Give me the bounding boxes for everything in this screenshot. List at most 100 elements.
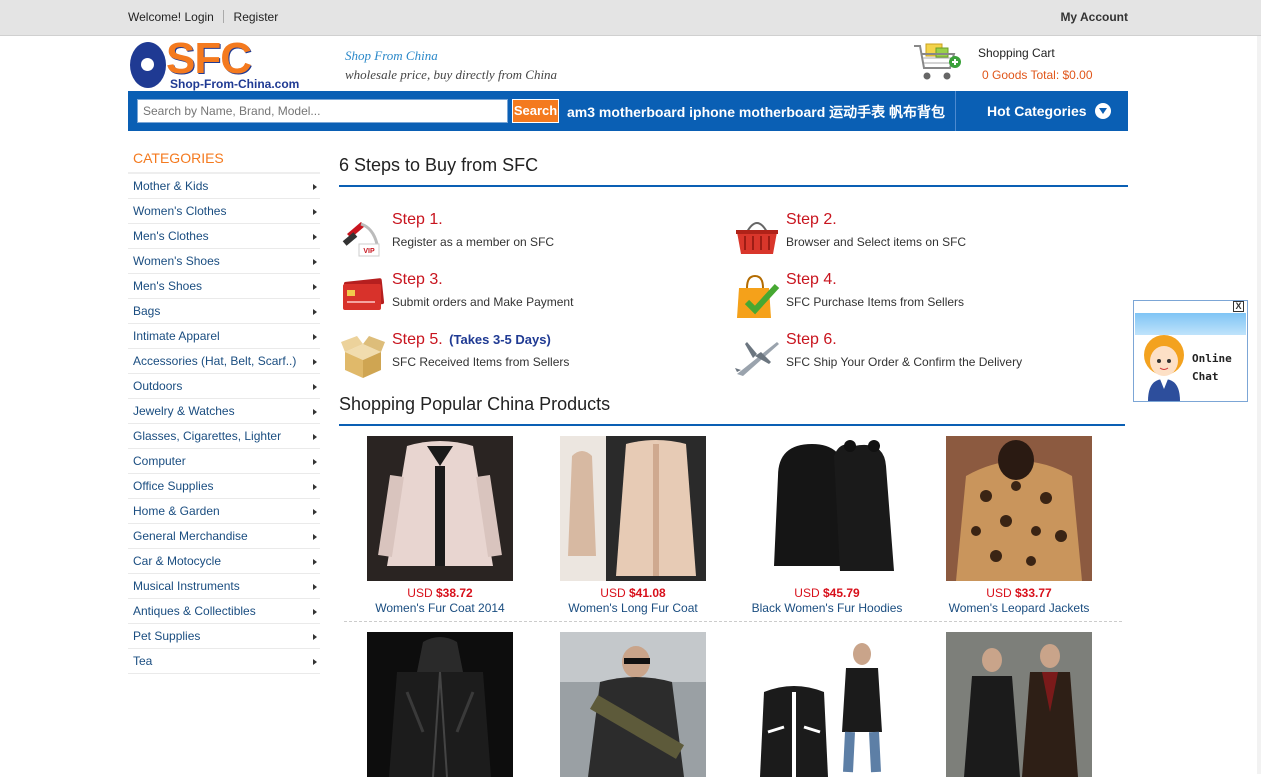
- product-image[interactable]: [946, 632, 1092, 777]
- step-description: Register as a member on SFC: [392, 235, 555, 249]
- product-card[interactable]: USD $45.79 Black Women's Fur Hoodies: [732, 436, 922, 615]
- slogan-line2: wholesale price, buy directly from China: [345, 67, 558, 82]
- step-2: Step 2. Browser and Select items on SFC: [733, 211, 1113, 264]
- product-name[interactable]: Women's Leopard Jackets: [924, 601, 1114, 615]
- step-4: Step 4. SFC Purchase Items from Sellers: [733, 271, 1113, 324]
- shopping-cart-icon: [914, 43, 961, 80]
- welcome-area: Welcome! Login Register: [128, 10, 278, 24]
- product-price: USD $45.79: [794, 586, 860, 600]
- product-price: USD $33.77: [986, 586, 1052, 600]
- chat-label[interactable]: Online Chat: [1192, 350, 1232, 386]
- category-item[interactable]: Outdoors: [128, 374, 320, 399]
- category-item[interactable]: Men's Clothes: [128, 224, 320, 249]
- product-image[interactable]: [560, 436, 706, 581]
- slogan-line1: Shop From China: [345, 48, 438, 63]
- register-link[interactable]: Register: [234, 10, 279, 24]
- category-item[interactable]: Intimate Apparel: [128, 324, 320, 349]
- step-description: Submit orders and Make Payment: [392, 295, 574, 309]
- category-item[interactable]: Car & Motocycle: [128, 549, 320, 574]
- search-bar: Search am3 motherboard iphone motherboar…: [128, 91, 1128, 131]
- chat-header: [1134, 301, 1247, 313]
- support-agent-icon: [1144, 335, 1184, 401]
- step-3: Step 3. Submit orders and Make Payment: [339, 271, 719, 324]
- step-5: Step 5. (Takes 3-5 Days) SFC Received It…: [339, 331, 719, 384]
- close-icon[interactable]: X: [1233, 301, 1244, 312]
- cart-summary: 0 Goods Total: $0.00: [982, 68, 1093, 82]
- category-item[interactable]: Office Supplies: [128, 474, 320, 499]
- product-image[interactable]: [367, 436, 513, 581]
- top-bar: Welcome! Login Register My Account: [0, 0, 1261, 36]
- category-item[interactable]: Pet Supplies: [128, 624, 320, 649]
- welcome-text: Welcome!: [128, 10, 182, 24]
- divider: [339, 424, 1125, 426]
- scrollbar[interactable]: [1257, 36, 1261, 774]
- product-card[interactable]: [538, 632, 728, 782]
- category-item[interactable]: General Merchandise: [128, 524, 320, 549]
- hot-keywords[interactable]: am3 motherboard iphone motherboard 运动手表 …: [567, 102, 945, 122]
- product-image[interactable]: [754, 632, 900, 777]
- step-1: VIP Step 1. Register as a member on SFC: [339, 211, 719, 264]
- categories-list: Mother & Kids Women's Clothes Men's Clothe…: [128, 174, 320, 674]
- category-item[interactable]: Men's Shoes: [128, 274, 320, 299]
- category-item[interactable]: Mother & Kids: [128, 174, 320, 199]
- credit-card-icon: [343, 278, 385, 310]
- category-item[interactable]: Glasses, Cigarettes, Lighter: [128, 424, 320, 449]
- step-description: Browser and Select items on SFC: [786, 235, 967, 249]
- category-item[interactable]: Accessories (Hat, Belt, Scarf..): [128, 349, 320, 374]
- product-image[interactable]: [946, 436, 1092, 581]
- hot-categories-dropdown[interactable]: Hot Categories: [955, 91, 1128, 131]
- step-heading: Step 3.: [392, 271, 443, 288]
- product-image[interactable]: [560, 632, 706, 777]
- search-button[interactable]: Search: [512, 99, 559, 123]
- product-name[interactable]: Black Women's Fur Hoodies: [732, 601, 922, 615]
- divider: [223, 10, 225, 23]
- logo-mark: [130, 42, 166, 88]
- step-description: SFC Purchase Items from Sellers: [786, 295, 965, 309]
- hot-categories-label: Hot Categories: [987, 103, 1087, 119]
- product-card[interactable]: [732, 632, 922, 782]
- shopping-bag-check-icon: [737, 274, 780, 318]
- category-item[interactable]: Computer: [128, 449, 320, 474]
- svg-text:VIP: VIP: [363, 248, 375, 255]
- category-item[interactable]: Women's Clothes: [128, 199, 320, 224]
- search-input[interactable]: [137, 99, 508, 123]
- logo[interactable]: SFC Shop-From-China.com: [128, 34, 314, 91]
- step-heading: Step 6.: [786, 331, 837, 348]
- steps-title: 6 Steps to Buy from SFC: [339, 155, 539, 175]
- vip-member-icon: VIP: [342, 222, 380, 257]
- categories-title: CATEGORIES: [128, 143, 320, 174]
- product-card[interactable]: [345, 632, 535, 782]
- product-card[interactable]: USD $38.72 Women's Fur Coat 2014: [345, 436, 535, 615]
- product-card[interactable]: USD $33.77 Women's Leopard Jackets: [924, 436, 1114, 615]
- step-description: SFC Received Items from Sellers: [392, 355, 570, 369]
- product-name[interactable]: Women's Fur Coat 2014: [345, 601, 535, 615]
- step-heading: Step 4.: [786, 271, 837, 288]
- category-item[interactable]: Jewelry & Watches: [128, 399, 320, 424]
- category-item[interactable]: Tea: [128, 649, 320, 674]
- airplane-icon: [735, 342, 779, 376]
- category-item[interactable]: Home & Garden: [128, 499, 320, 524]
- shopping-basket-icon: [736, 222, 778, 254]
- category-item[interactable]: Bags: [128, 299, 320, 324]
- my-account-link[interactable]: My Account: [1060, 10, 1128, 24]
- product-name[interactable]: Women's Long Fur Coat: [538, 601, 728, 615]
- shopping-cart[interactable]: Shopping Cart 0 Goods Total: $0.00: [912, 42, 1132, 88]
- open-box-icon: [341, 336, 385, 378]
- category-item[interactable]: Musical Instruments: [128, 574, 320, 599]
- step-heading: Step 1.: [392, 211, 443, 228]
- step-description: SFC Ship Your Order & Confirm the Delive…: [786, 355, 1023, 369]
- categories-sidebar: CATEGORIES Mother & Kids Women's Clothes M…: [128, 143, 320, 674]
- chevron-down-icon: [1095, 103, 1111, 119]
- product-price: USD $38.72: [407, 586, 473, 600]
- category-item[interactable]: Women's Shoes: [128, 249, 320, 274]
- cart-title: Shopping Cart: [978, 46, 1055, 60]
- product-card[interactable]: USD $41.08 Women's Long Fur Coat: [538, 436, 728, 615]
- product-image[interactable]: [367, 632, 513, 778]
- products-title: Shopping Popular China Products: [339, 394, 611, 414]
- category-item[interactable]: Antiques & Collectibles: [128, 599, 320, 624]
- login-link[interactable]: Login: [184, 10, 213, 24]
- divider: [339, 185, 1128, 187]
- product-card[interactable]: [924, 632, 1114, 782]
- online-chat-widget[interactable]: X Online Chat: [1133, 300, 1248, 402]
- product-image[interactable]: [754, 436, 900, 581]
